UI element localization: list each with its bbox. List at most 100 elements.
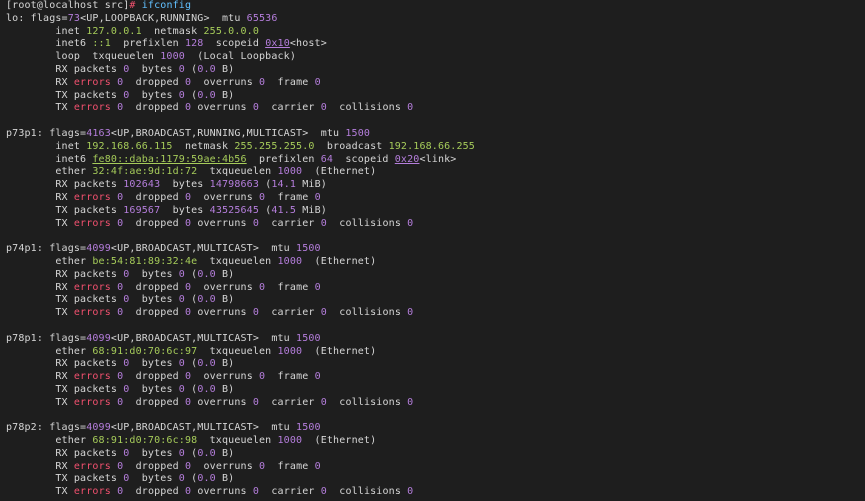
- output-token: overruns: [191, 371, 260, 383]
- interface-block: p78p1: flags=4099<UP,BROADCAST,MULTICAST…: [6, 333, 865, 410]
- output-token: be:54:81:89:32:4e: [92, 255, 198, 267]
- output-token: frame: [265, 371, 315, 383]
- output-token: p78p2: flags=: [6, 422, 87, 434]
- output-line: TX errors 0 dropped 0 overruns 0 carrier…: [6, 397, 865, 410]
- output-token: collisions: [326, 102, 408, 114]
- output-token: 14.1: [271, 179, 297, 191]
- output-token: frame: [265, 76, 315, 88]
- output-token: (: [259, 204, 272, 216]
- output-token: <UP,BROADCAST,MULTICAST> mtu: [110, 243, 297, 255]
- output-line: lo: flags=73<UP,LOOPBACK,RUNNING> mtu 65…: [6, 13, 865, 26]
- output-token: RX packets: [6, 358, 124, 370]
- output-token: netmask: [172, 140, 235, 152]
- output-token: bytes: [129, 268, 179, 280]
- output-line: RX errors 0 dropped 0 overruns 0 frame 0: [6, 371, 865, 384]
- prompt-text: [root@localhost src]: [6, 0, 130, 11]
- output-token: 0: [314, 371, 321, 383]
- output-token: dropped: [123, 460, 185, 472]
- output-token: (: [184, 447, 198, 459]
- output-line: p73p1: flags=4163<UP,BROADCAST,RUNNING,M…: [6, 128, 865, 141]
- output-token: prefixlen: [246, 153, 321, 165]
- output-line: RX packets 0 bytes 0 (0.0 B): [6, 448, 865, 461]
- output-token: 0.0: [197, 358, 216, 370]
- output-token: p78p1: flags=: [6, 332, 87, 344]
- output-token: TX packets: [6, 204, 124, 216]
- interface-block: lo: flags=73<UP,LOOPBACK,RUNNING> mtu 65…: [6, 13, 865, 115]
- output-token: 0: [407, 307, 414, 319]
- output-token: (Local Loopback): [184, 51, 297, 63]
- output-token: 1000: [277, 435, 303, 447]
- output-line: ether be:54:81:89:32:4e txqueuelen 1000 …: [6, 256, 865, 269]
- output-token: B): [215, 358, 235, 370]
- output-token: overruns: [191, 102, 253, 114]
- output-token: TX packets: [6, 89, 124, 101]
- output-token: dropped: [123, 102, 185, 114]
- output-token: ether: [6, 435, 93, 447]
- output-token: dropped: [123, 281, 185, 293]
- output-token: RX: [6, 191, 74, 203]
- output-token: (: [184, 473, 198, 485]
- output-token: inet: [6, 25, 87, 37]
- output-token: B): [215, 473, 235, 485]
- output-line: RX errors 0 dropped 0 overruns 0 frame 0: [6, 461, 865, 474]
- output-token: broadcast: [314, 140, 389, 152]
- output-token: (: [184, 268, 198, 280]
- output-token: 4099: [86, 243, 111, 255]
- output-token: B): [215, 383, 235, 395]
- output-token: RX: [6, 371, 74, 383]
- output-token: RX packets: [6, 179, 124, 191]
- output-token: bytes: [129, 89, 179, 101]
- interface-block: p78p2: flags=4099<UP,BROADCAST,MULTICAST…: [6, 422, 865, 499]
- output-token: ether: [6, 166, 93, 178]
- output-token: p74p1: flags=: [6, 243, 87, 255]
- output-token: 64: [320, 153, 334, 165]
- output-token: 41.5: [271, 204, 297, 216]
- output-line: ether 68:91:d0:70:6c:98 txqueuelen 1000 …: [6, 435, 865, 448]
- output-token: errors: [73, 191, 111, 203]
- output-token: (Ethernet): [302, 255, 377, 267]
- output-token: inet6: [6, 153, 93, 165]
- output-token: 68:91:d0:70:6c:98: [92, 435, 198, 447]
- output-token: 0: [407, 102, 414, 114]
- output-token: 192.168.66.255: [388, 140, 475, 152]
- output-token: p73p1: flags=: [6, 127, 87, 139]
- output-token: 0: [407, 217, 414, 229]
- output-token: scopeid: [203, 38, 266, 50]
- output-token: overruns: [191, 396, 253, 408]
- output-token: errors: [73, 371, 111, 383]
- output-token: carrier: [259, 217, 321, 229]
- output-token: 255.255.255.0: [234, 140, 315, 152]
- output-token: bytes: [129, 63, 179, 75]
- output-token: B): [215, 89, 235, 101]
- output-token: collisions: [326, 396, 408, 408]
- output-line: TX packets 0 bytes 0 (0.0 B): [6, 384, 865, 397]
- output-line: TX packets 0 bytes 0 (0.0 B): [6, 473, 865, 486]
- output-token: 0x20: [394, 153, 420, 165]
- output-line: TX errors 0 dropped 0 overruns 0 carrier…: [6, 307, 865, 320]
- output-token: 43525645: [209, 204, 260, 216]
- output-token: 1000: [277, 166, 303, 178]
- output-token: overruns: [191, 486, 253, 498]
- terminal-window[interactable]: [root@localhost src]# ifconfig lo: flags…: [0, 0, 865, 501]
- output-token: B): [215, 294, 235, 306]
- output-token: (: [184, 63, 198, 75]
- output-line: RX packets 0 bytes 0 (0.0 B): [6, 358, 865, 371]
- output-token: RX packets: [6, 268, 124, 280]
- output-token: 0: [314, 281, 321, 293]
- output-line: TX errors 0 dropped 0 overruns 0 carrier…: [6, 486, 865, 499]
- output-token: 1000: [160, 51, 185, 63]
- output-line: TX packets 0 bytes 0 (0.0 B): [6, 294, 865, 307]
- output-token: (: [184, 89, 198, 101]
- output-token: B): [215, 268, 235, 280]
- output-line: loop txqueuelen 1000 (Local Loopback): [6, 51, 865, 64]
- output-line: inet 192.168.66.115 netmask 255.255.255.…: [6, 141, 865, 154]
- output-line: RX packets 102643 bytes 14798663 (14.1 M…: [6, 179, 865, 192]
- output-token: errors: [73, 76, 111, 88]
- output-token: RX: [6, 76, 74, 88]
- output-token: 4099: [86, 422, 111, 434]
- output-token: 32:4f:ae:9d:1d:72: [92, 166, 198, 178]
- output-line: TX errors 0 dropped 0 overruns 0 carrier…: [6, 102, 865, 115]
- output-token: bytes: [160, 204, 210, 216]
- output-line: p74p1: flags=4099<UP,BROADCAST,MULTICAST…: [6, 243, 865, 256]
- output-line: TX packets 169567 bytes 43525645 (41.5 M…: [6, 205, 865, 218]
